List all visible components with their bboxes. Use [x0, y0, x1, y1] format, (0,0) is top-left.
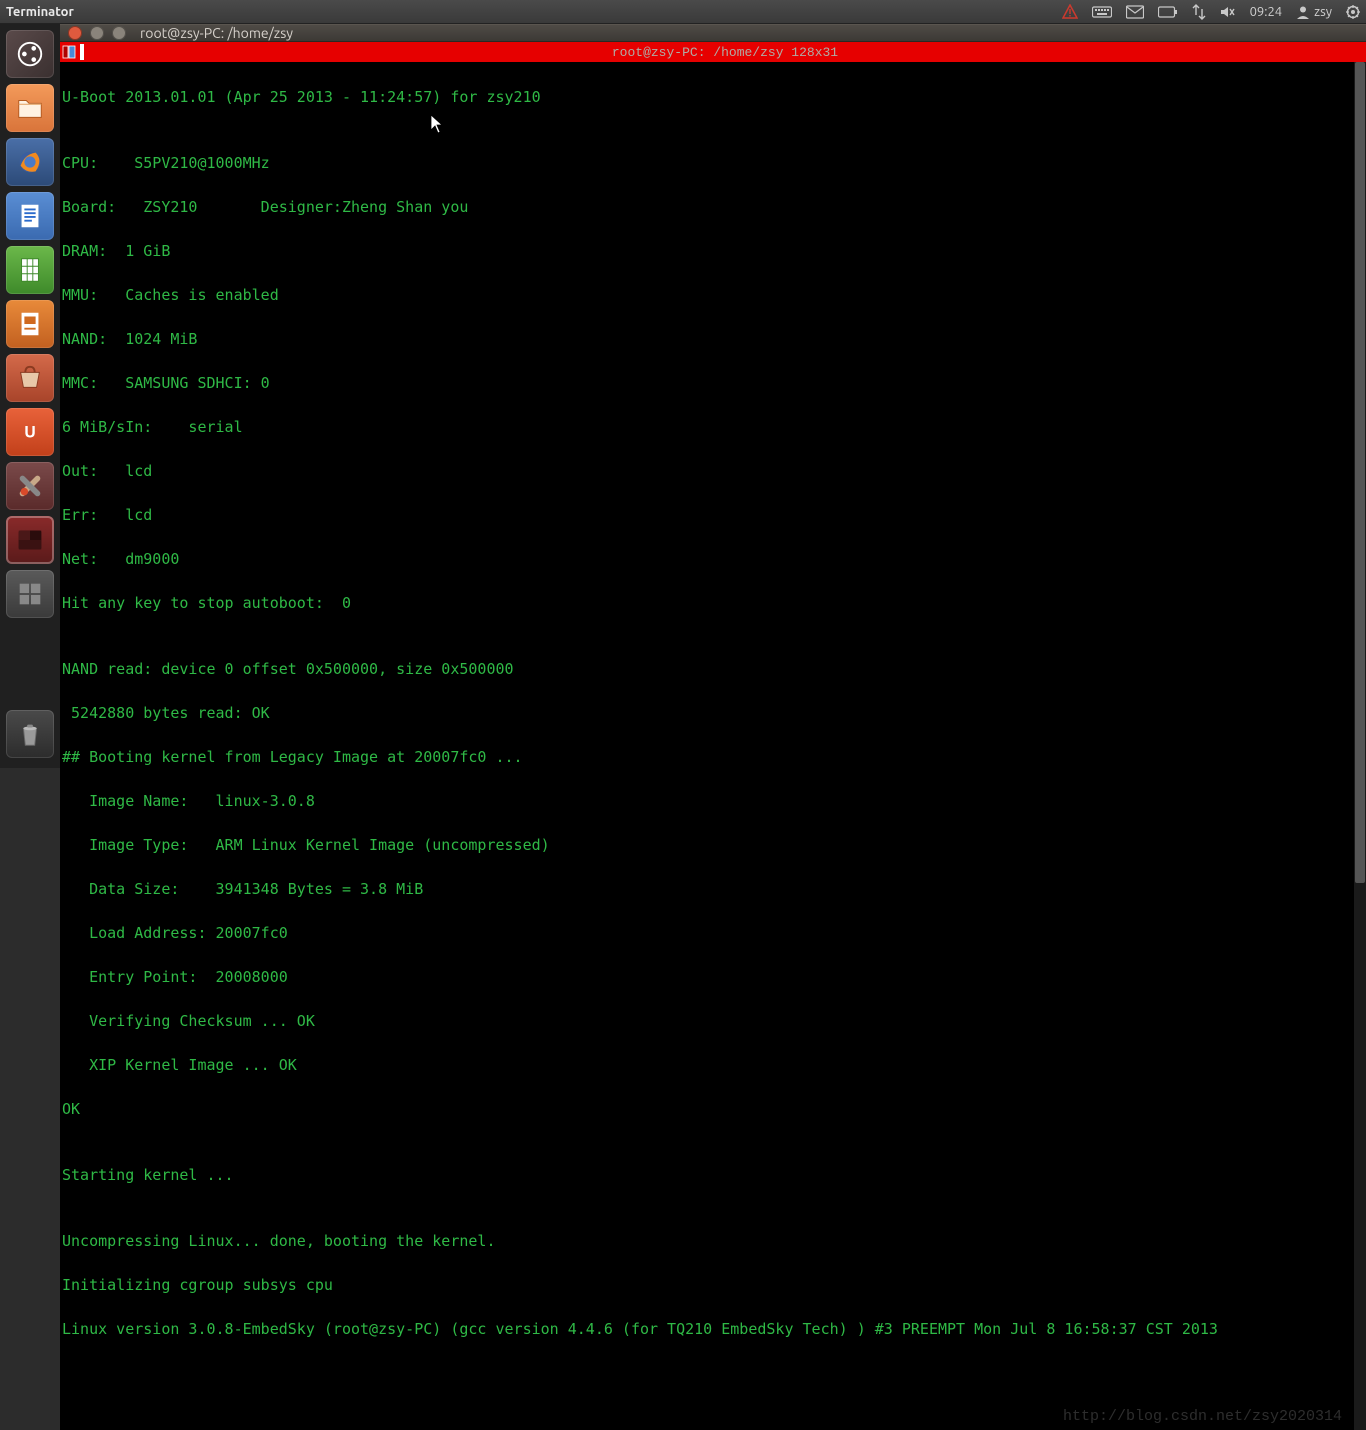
keyboard-icon[interactable] [1092, 5, 1112, 19]
output-line: 5242880 bytes read: OK [62, 702, 1350, 724]
terminal-tabbar: root@zsy-PC: /home/zsy 128x31 [60, 42, 1366, 62]
output-line: XIP Kernel Image ... OK [62, 1054, 1350, 1076]
active-app-name: Terminator [6, 5, 74, 19]
output-line: 6 MiB/sIn: serial [62, 416, 1350, 438]
output-line: Uncompressing Linux... done, booting the… [62, 1230, 1350, 1252]
shutdown-icon[interactable] [1346, 5, 1360, 19]
watermark-text: http://blog.csdn.net/zsy2020314 [1063, 1406, 1342, 1428]
user-menu[interactable]: zsy [1296, 5, 1332, 19]
output-line: CPU: S5PV210@1000MHz [62, 152, 1350, 174]
launcher-impress[interactable] [6, 300, 54, 348]
launcher-workspace[interactable] [6, 570, 54, 618]
volume-icon[interactable] [1220, 5, 1236, 19]
scrollbar-thumb[interactable] [1355, 62, 1365, 883]
output-line: U-Boot 2013.01.01 (Apr 25 2013 - 11:24:5… [62, 86, 1350, 108]
output-line: MMU: Caches is enabled [62, 284, 1350, 306]
output-line: Image Type: ARM Linux Kernel Image (unco… [62, 834, 1350, 856]
launcher-firefox[interactable] [6, 138, 54, 186]
output-line: Net: dm9000 [62, 548, 1350, 570]
battery-icon[interactable] [1158, 6, 1178, 18]
launcher-dash[interactable] [6, 30, 54, 78]
launcher-calc[interactable] [6, 246, 54, 294]
launcher-trash[interactable] [6, 710, 54, 758]
output-line: Verifying Checksum ... OK [62, 1010, 1350, 1032]
output-line: Entry Point: 20008000 [62, 966, 1350, 988]
output-line: Starting kernel ... [62, 1164, 1350, 1186]
top-panel: Terminator 09:24 zsy [0, 0, 1366, 24]
output-line: Board: ZSY210 Designer:Zheng Shan you [62, 196, 1350, 218]
output-line: NAND read: device 0 offset 0x500000, siz… [62, 658, 1350, 680]
unity-launcher: U [0, 24, 60, 768]
launcher-software-center[interactable] [6, 354, 54, 402]
launcher-settings[interactable] [6, 462, 54, 510]
alert-icon[interactable] [1062, 4, 1078, 20]
terminal-output[interactable]: U-Boot 2013.01.01 (Apr 25 2013 - 11:24:5… [60, 62, 1354, 1430]
window-titlebar[interactable]: root@zsy-PC: /home/zsy [60, 24, 1366, 42]
output-line: ## Booting kernel from Legacy Image at 2… [62, 746, 1350, 768]
user-name: zsy [1314, 5, 1332, 19]
output-line: NAND: 1024 MiB [62, 328, 1350, 350]
output-line: Load Address: 20007fc0 [62, 922, 1350, 944]
output-line: MMC: SAMSUNG SDHCI: 0 [62, 372, 1350, 394]
window-maximize-button[interactable] [112, 26, 126, 40]
launcher-ubuntu-one[interactable]: U [6, 408, 54, 456]
clock[interactable]: 09:24 [1250, 5, 1283, 19]
output-line: Out: lcd [62, 460, 1350, 482]
output-line: OK [62, 1098, 1350, 1120]
svg-text:U: U [24, 423, 36, 442]
tab-title: root@zsy-PC: /home/zsy 128x31 [84, 45, 1366, 60]
terminal-body: U-Boot 2013.01.01 (Apr 25 2013 - 11:24:5… [60, 62, 1366, 1430]
output-line: Err: lcd [62, 504, 1350, 526]
network-icon[interactable] [1192, 4, 1206, 20]
launcher-writer[interactable] [6, 192, 54, 240]
output-line: Image Name: linux-3.0.8 [62, 790, 1350, 812]
mail-icon[interactable] [1126, 5, 1144, 19]
output-line: Linux version 3.0.8-EmbedSky (root@zsy-P… [62, 1318, 1350, 1340]
launcher-terminal[interactable] [6, 516, 54, 564]
split-indicator-icon[interactable] [60, 42, 78, 62]
launcher-files[interactable] [6, 84, 54, 132]
output-line: Initializing cgroup subsys cpu [62, 1274, 1350, 1296]
terminal-scrollbar[interactable] [1354, 62, 1366, 1430]
system-tray: 09:24 zsy [1062, 4, 1360, 20]
output-line: Hit any key to stop autoboot: 0 [62, 592, 1350, 614]
output-line: Data Size: 3941348 Bytes = 3.8 MiB [62, 878, 1350, 900]
terminal-window: root@zsy-PC: /home/zsy root@zsy-PC: /hom… [60, 24, 1366, 768]
output-line: DRAM: 1 GiB [62, 240, 1350, 262]
window-minimize-button[interactable] [90, 26, 104, 40]
window-title: root@zsy-PC: /home/zsy [140, 25, 293, 41]
window-close-button[interactable] [68, 26, 82, 40]
